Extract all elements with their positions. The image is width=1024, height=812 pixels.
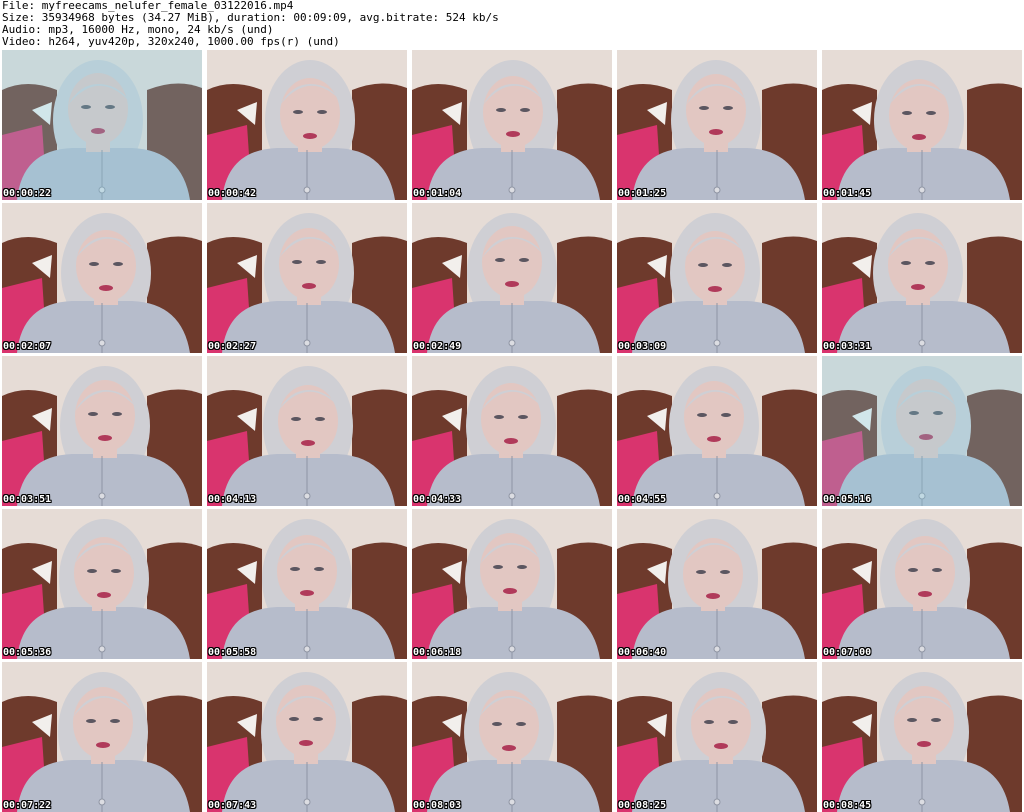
video-info-line: Video: h264, yuv420p, 320x240, 1000.00 f…: [2, 35, 340, 48]
frame-timestamp: 00:07:22: [3, 800, 52, 811]
frame-image: [822, 203, 1022, 353]
frame-image: [822, 50, 1022, 200]
frame-timestamp: 00:00:22: [3, 188, 52, 199]
frame-image: [412, 509, 612, 659]
video-thumbnail: 00:08:45: [822, 662, 1022, 812]
frame-timestamp: 00:04:55: [618, 494, 667, 505]
video-thumbnail: 00:00:42: [207, 50, 407, 200]
frame-timestamp: 00:01:04: [413, 188, 462, 199]
frame-timestamp: 00:08:03: [413, 800, 462, 811]
video-thumbnail: 00:04:33: [412, 356, 612, 506]
frame-image: [617, 50, 817, 200]
frame-timestamp: 00:00:42: [208, 188, 257, 199]
frame-image: [822, 509, 1022, 659]
video-thumbnail: 00:06:18: [412, 509, 612, 659]
video-thumbnail: 00:08:03: [412, 662, 612, 812]
frame-image: [412, 662, 612, 812]
frame-image: [207, 356, 407, 506]
frame-timestamp: 00:03:31: [823, 341, 872, 352]
frame-image: [207, 662, 407, 812]
frame-timestamp: 00:03:09: [618, 341, 667, 352]
video-thumbnail: 00:03:09: [617, 203, 817, 353]
video-thumbnail: 00:07:43: [207, 662, 407, 812]
frame-image: [207, 50, 407, 200]
frame-image: [412, 356, 612, 506]
video-thumbnail: 00:07:22: [2, 662, 202, 812]
frame-image: [617, 662, 817, 812]
video-thumbnail: 00:01:04: [412, 50, 612, 200]
frame-image: [2, 509, 202, 659]
video-thumbnail: 00:05:16: [822, 356, 1022, 506]
frame-timestamp: 00:01:25: [618, 188, 667, 199]
file-info-header: File: myfreecams_nelufer_female_03122016…: [2, 0, 1022, 50]
frame-image: [617, 509, 817, 659]
frame-timestamp: 00:05:16: [823, 494, 872, 505]
frame-image: [207, 203, 407, 353]
frame-image: [412, 203, 612, 353]
video-thumbnail: 00:05:58: [207, 509, 407, 659]
frame-timestamp: 00:03:51: [3, 494, 52, 505]
video-thumbnail: 00:07:00: [822, 509, 1022, 659]
video-thumbnail: 00:01:25: [617, 50, 817, 200]
video-thumbnail: 00:04:55: [617, 356, 817, 506]
thumbnail-grid: 00:00:22 00:00:42 00:01:04 00:01:25 00:01:45…: [2, 50, 1022, 812]
frame-timestamp: 00:08:45: [823, 800, 872, 811]
frame-image: [822, 356, 1022, 506]
frame-timestamp: 00:07:43: [208, 800, 257, 811]
video-thumbnail: 00:04:13: [207, 356, 407, 506]
frame-image: [2, 662, 202, 812]
frame-timestamp: 00:05:36: [3, 647, 52, 658]
frame-image: [207, 509, 407, 659]
video-thumbnail: 00:00:22: [2, 50, 202, 200]
video-thumbnail: 00:02:27: [207, 203, 407, 353]
frame-timestamp: 00:06:40: [618, 647, 667, 658]
frame-image: [2, 203, 202, 353]
frame-timestamp: 00:02:07: [3, 341, 52, 352]
frame-timestamp: 00:08:25: [618, 800, 667, 811]
frame-timestamp: 00:05:58: [208, 647, 257, 658]
frame-image: [2, 50, 202, 200]
frame-timestamp: 00:07:00: [823, 647, 872, 658]
frame-timestamp: 00:06:18: [413, 647, 462, 658]
frame-image: [617, 356, 817, 506]
frame-timestamp: 00:02:49: [413, 341, 462, 352]
video-thumbnail: 00:02:07: [2, 203, 202, 353]
video-thumbnail: 00:05:36: [2, 509, 202, 659]
video-thumbnail: 00:03:51: [2, 356, 202, 506]
video-thumbnail: 00:01:45: [822, 50, 1022, 200]
video-thumbnail: 00:02:49: [412, 203, 612, 353]
video-thumbnail: 00:08:25: [617, 662, 817, 812]
frame-image: [412, 50, 612, 200]
frame-image: [2, 356, 202, 506]
video-thumbnail: 00:06:40: [617, 509, 817, 659]
frame-timestamp: 00:04:33: [413, 494, 462, 505]
frame-timestamp: 00:04:13: [208, 494, 257, 505]
frame-timestamp: 00:02:27: [208, 341, 257, 352]
frame-timestamp: 00:01:45: [823, 188, 872, 199]
frame-image: [822, 662, 1022, 812]
frame-image: [617, 203, 817, 353]
video-thumbnail: 00:03:31: [822, 203, 1022, 353]
